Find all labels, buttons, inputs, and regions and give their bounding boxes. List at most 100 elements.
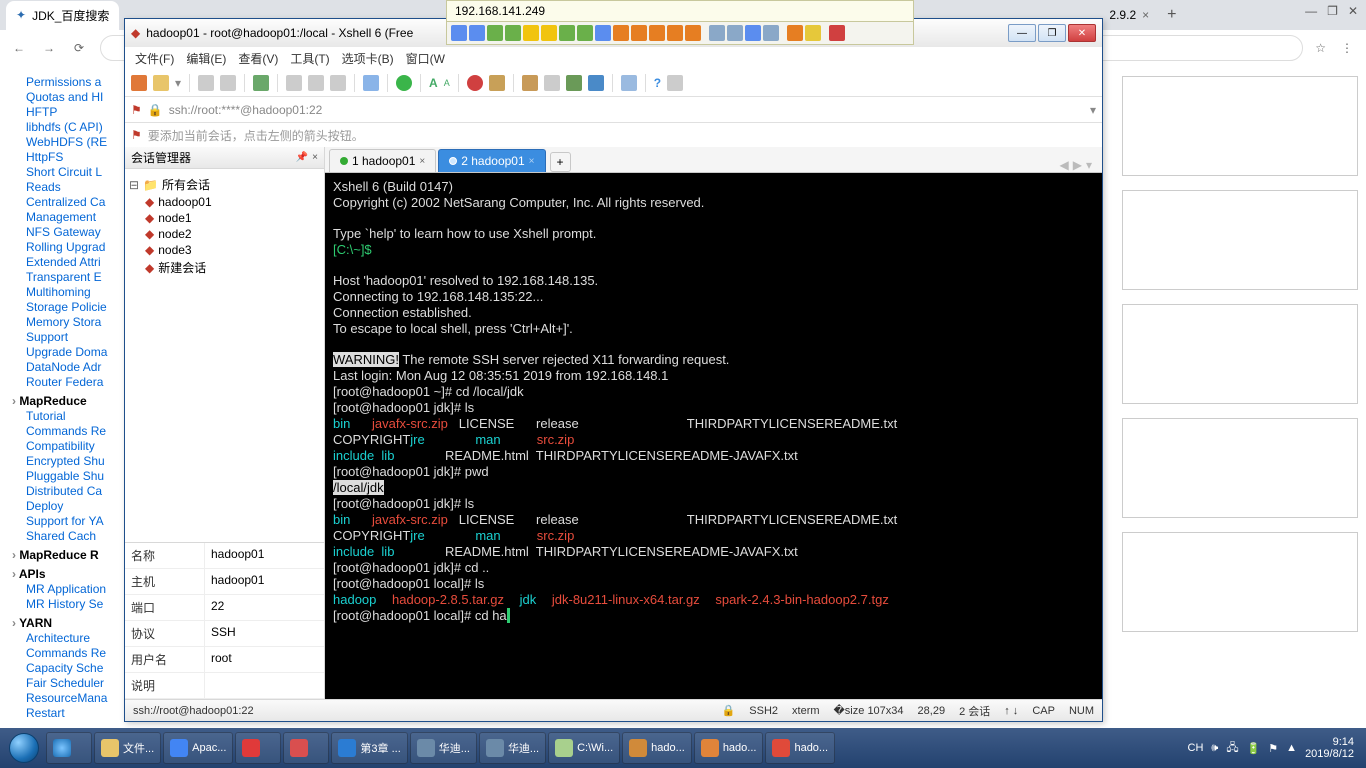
nav-link[interactable]: Centralized Ca bbox=[6, 195, 121, 210]
help-icon[interactable]: ? bbox=[654, 76, 661, 90]
tool-icon[interactable] bbox=[541, 25, 557, 41]
nav-link[interactable]: Commands Re bbox=[6, 646, 121, 661]
tree-root[interactable]: ⊟ 📁 所有会话 bbox=[129, 175, 320, 194]
close-icon[interactable]: × bbox=[419, 156, 425, 167]
tool-icon[interactable] bbox=[487, 25, 503, 41]
tool-icon[interactable] bbox=[523, 25, 539, 41]
taskbar-item[interactable]: hado... bbox=[694, 732, 764, 764]
nav-link[interactable]: Encrypted Shu bbox=[6, 454, 121, 469]
new-tab-button[interactable]: + bbox=[1159, 2, 1184, 28]
tool-icon[interactable] bbox=[805, 25, 821, 41]
nav-link[interactable]: NFS Gateway bbox=[6, 225, 121, 240]
tray-icon[interactable]: ⚑ bbox=[1268, 742, 1278, 755]
browser-tab-jdk[interactable]: ✦ JDK_百度搜索 bbox=[6, 1, 119, 30]
minimize-button[interactable]: — bbox=[1008, 24, 1036, 42]
tool-icon[interactable] bbox=[544, 75, 560, 91]
taskbar-item[interactable] bbox=[235, 732, 281, 764]
nav-link[interactable]: Storage Policie bbox=[6, 300, 121, 315]
menu-icon[interactable]: ⋮ bbox=[1338, 41, 1356, 55]
menu-edit[interactable]: 编辑(E) bbox=[182, 48, 230, 69]
back-icon[interactable]: ← bbox=[10, 41, 28, 55]
session-item-node3[interactable]: ◆node3 bbox=[129, 242, 320, 258]
nav-link[interactable]: Memory Stora bbox=[6, 315, 121, 330]
nav-link[interactable]: Multihoming bbox=[6, 285, 121, 300]
nav-link[interactable]: Rolling Upgrad bbox=[6, 240, 121, 255]
session-item-node2[interactable]: ◆node2 bbox=[129, 226, 320, 242]
tray-icon[interactable]: 🔋 bbox=[1247, 742, 1261, 755]
taskbar-item[interactable]: Apac... bbox=[163, 732, 233, 764]
close-icon[interactable]: × bbox=[1142, 8, 1149, 22]
maximize-button[interactable]: ❐ bbox=[1038, 24, 1066, 42]
terminal-tab-2[interactable]: 2 hadoop01 × bbox=[438, 149, 545, 172]
taskbar-item[interactable]: 华迪... bbox=[410, 732, 477, 764]
session-item-new[interactable]: ◆新建会话 bbox=[129, 258, 320, 277]
chat-icon[interactable] bbox=[667, 75, 683, 91]
tool-icon[interactable] bbox=[505, 25, 521, 41]
nav-link[interactable]: Restart bbox=[6, 706, 121, 721]
highlight-icon[interactable] bbox=[588, 75, 604, 91]
nav-link[interactable]: Management bbox=[6, 210, 121, 225]
tool-icon[interactable] bbox=[595, 25, 611, 41]
tray-icon[interactable]: 🖧 bbox=[1226, 739, 1238, 758]
nav-link[interactable]: Permissions a bbox=[6, 75, 121, 90]
nav-link[interactable]: Commands Re bbox=[6, 424, 121, 439]
nav-link[interactable]: Extended Attri bbox=[6, 255, 121, 270]
terminal[interactable]: Xshell 6 (Build 0147) Copyright (c) 2002… bbox=[325, 173, 1102, 699]
nav-link[interactable]: Pluggable Shu bbox=[6, 469, 121, 484]
nav-link[interactable]: HttpFS bbox=[6, 150, 121, 165]
dropdown-icon[interactable]: ▾ bbox=[175, 76, 181, 90]
find-icon[interactable] bbox=[330, 75, 346, 91]
close-toolbar-icon[interactable] bbox=[829, 25, 845, 41]
address-input[interactable] bbox=[169, 103, 1084, 117]
nav-link[interactable]: WebHDFS (RE bbox=[6, 135, 121, 150]
nav-link[interactable]: Architecture bbox=[6, 631, 121, 646]
menu-tab[interactable]: 选项卡(B) bbox=[338, 48, 398, 69]
tool-icon[interactable] bbox=[763, 25, 779, 41]
close-button[interactable]: ✕ bbox=[1068, 24, 1096, 42]
nav-link[interactable]: MR History Se bbox=[6, 597, 121, 612]
tab-prev-icon[interactable]: ◀ bbox=[1060, 158, 1069, 172]
flag-icon[interactable]: ⚑ bbox=[131, 103, 142, 117]
nav-link[interactable]: Capacity Sche bbox=[6, 661, 121, 676]
tool-icon[interactable] bbox=[667, 25, 683, 41]
nav-link[interactable]: Transparent E bbox=[6, 270, 121, 285]
tool-icon[interactable] bbox=[631, 25, 647, 41]
session-item-hadoop01[interactable]: ◆hadoop01 bbox=[129, 194, 320, 210]
xftp-icon[interactable] bbox=[566, 75, 582, 91]
close-icon[interactable]: ✕ bbox=[1348, 4, 1358, 18]
tab-next-icon[interactable]: ▶ bbox=[1073, 158, 1082, 172]
nav-link[interactable]: Quotas and HI bbox=[6, 90, 121, 105]
nav-link[interactable]: Upgrade Doma bbox=[6, 345, 121, 360]
maximize-icon[interactable]: ❐ bbox=[1327, 4, 1338, 18]
nav-link[interactable]: Shared Cach bbox=[6, 529, 121, 544]
tab-list-icon[interactable]: ▾ bbox=[1086, 158, 1092, 172]
terminal-tab-1[interactable]: 1 hadoop01 × bbox=[329, 149, 436, 172]
tool-icon[interactable] bbox=[363, 75, 379, 91]
start-button[interactable] bbox=[4, 732, 44, 764]
script-icon[interactable] bbox=[489, 75, 505, 91]
browser-tab-292[interactable]: 2.9.2 × bbox=[1099, 2, 1159, 28]
nav-link[interactable]: Tutorial bbox=[6, 409, 121, 424]
tool-icon[interactable] bbox=[559, 25, 575, 41]
taskbar-ie[interactable] bbox=[46, 732, 92, 764]
nav-link[interactable]: Deploy bbox=[6, 499, 121, 514]
tool-icon[interactable] bbox=[727, 25, 743, 41]
copy-icon[interactable] bbox=[286, 75, 302, 91]
nav-link[interactable]: Short Circuit L bbox=[6, 165, 121, 180]
tool-icon[interactable] bbox=[787, 25, 803, 41]
ime-indicator[interactable]: CH bbox=[1188, 742, 1204, 754]
taskbar-item[interactable]: hado... bbox=[765, 732, 835, 764]
star-icon[interactable]: ☆ bbox=[1315, 41, 1326, 55]
pin-icon[interactable]: ⚑ bbox=[131, 128, 142, 142]
nav-link[interactable]: MR Application bbox=[6, 582, 121, 597]
tool-icon[interactable] bbox=[577, 25, 593, 41]
nav-link[interactable]: ResourceMana bbox=[6, 691, 121, 706]
nav-link[interactable]: Support bbox=[6, 330, 121, 345]
reload-icon[interactable]: ⟳ bbox=[70, 41, 88, 55]
pin-icon[interactable]: 📌 bbox=[296, 152, 308, 163]
nav-link[interactable]: Router Federa bbox=[6, 375, 121, 390]
taskbar-item[interactable]: 华迪... bbox=[479, 732, 546, 764]
tool-icon[interactable] bbox=[613, 25, 629, 41]
add-tab-button[interactable]: + bbox=[550, 152, 571, 172]
menu-window[interactable]: 窗口(W bbox=[402, 48, 449, 69]
